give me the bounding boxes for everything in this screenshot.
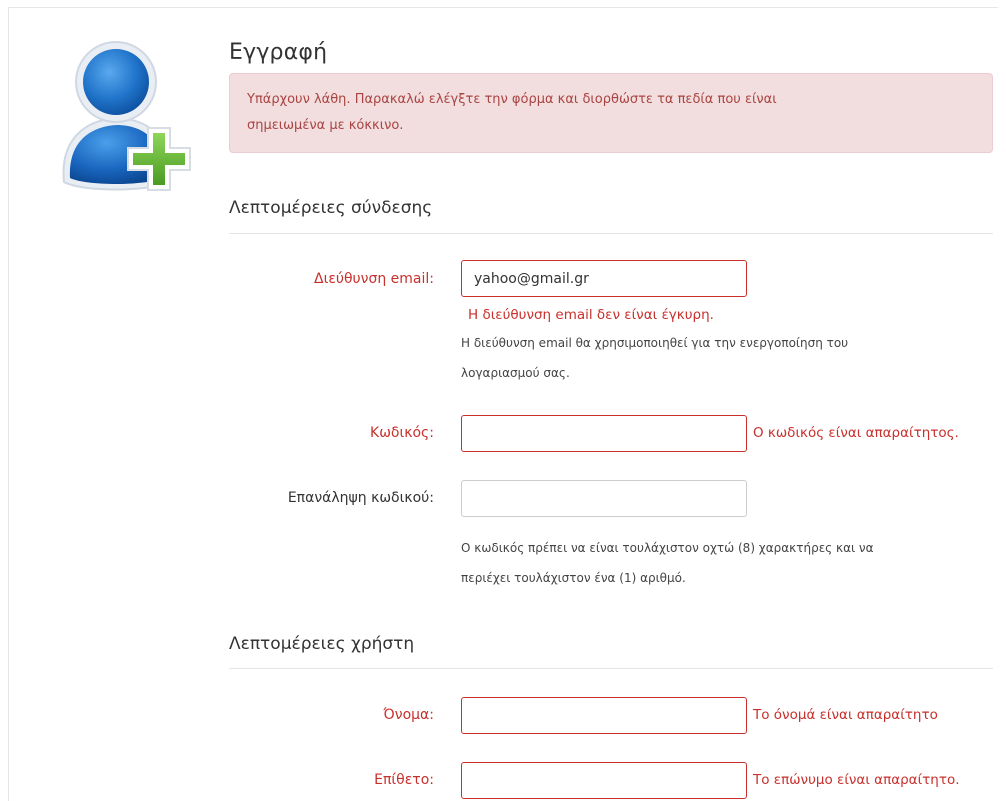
email-label: Διεύθυνση email:	[314, 271, 434, 287]
page-title: Εγγραφή	[229, 40, 328, 65]
password-repeat-field[interactable]	[461, 480, 747, 517]
first-name-field[interactable]	[461, 697, 747, 734]
email-error-message: Η διεύθυνση email δεν είναι έγκυρη.	[468, 307, 714, 323]
content-frame-top-border	[8, 7, 998, 8]
last-name-label: Επίθετο:	[374, 772, 434, 788]
password-help-text: Ο κωδικός πρέπει να είναι τουλάχιστον οχ…	[461, 533, 951, 593]
user-add-icon	[62, 41, 191, 191]
password-help-line-1: Ο κωδικός πρέπει να είναι τουλάχιστον οχ…	[461, 541, 874, 555]
error-alert: Υπάρχουν λάθη. Παρακαλώ ελέγξτε την φόρμ…	[229, 73, 993, 153]
alert-line-2: σημειωμένα με κόκκινο.	[247, 118, 404, 133]
email-field[interactable]	[461, 260, 747, 297]
first-name-error-message: Το όνομά είναι απαραίτητο	[753, 707, 938, 723]
password-error-message: Ο κωδικός είναι απαραίτητος.	[753, 425, 959, 441]
section-divider	[229, 233, 993, 234]
section-divider	[229, 668, 993, 669]
content-frame-left-border	[8, 7, 9, 801]
first-name-label: Όνομα:	[383, 707, 434, 723]
password-help-line-2: περιέχει τουλάχιστον ένα (1) αριθμό.	[461, 571, 686, 585]
last-name-field[interactable]	[461, 762, 747, 799]
alert-line-1: Υπάρχουν λάθη. Παρακαλώ ελέγξτε την φόρμ…	[247, 92, 777, 107]
email-help-line-1: Η διεύθυνση email θα χρησιμοποιηθεί για …	[461, 336, 849, 350]
last-name-error-message: Το επώνυμο είναι απαραίτητο.	[753, 772, 960, 788]
section-title-user-details: Λεπτομέρειες χρήστη	[229, 634, 415, 654]
password-label: Κωδικός:	[370, 425, 434, 441]
section-title-login-details: Λεπτομέρειες σύνδεσης	[229, 198, 433, 218]
email-help-line-2: λογαριασμού σας.	[461, 366, 570, 380]
email-help-text: Η διεύθυνση email θα χρησιμοποιηθεί για …	[461, 328, 951, 388]
password-repeat-label: Επανάληψη κωδικού:	[287, 490, 434, 506]
password-field[interactable]	[461, 415, 747, 452]
